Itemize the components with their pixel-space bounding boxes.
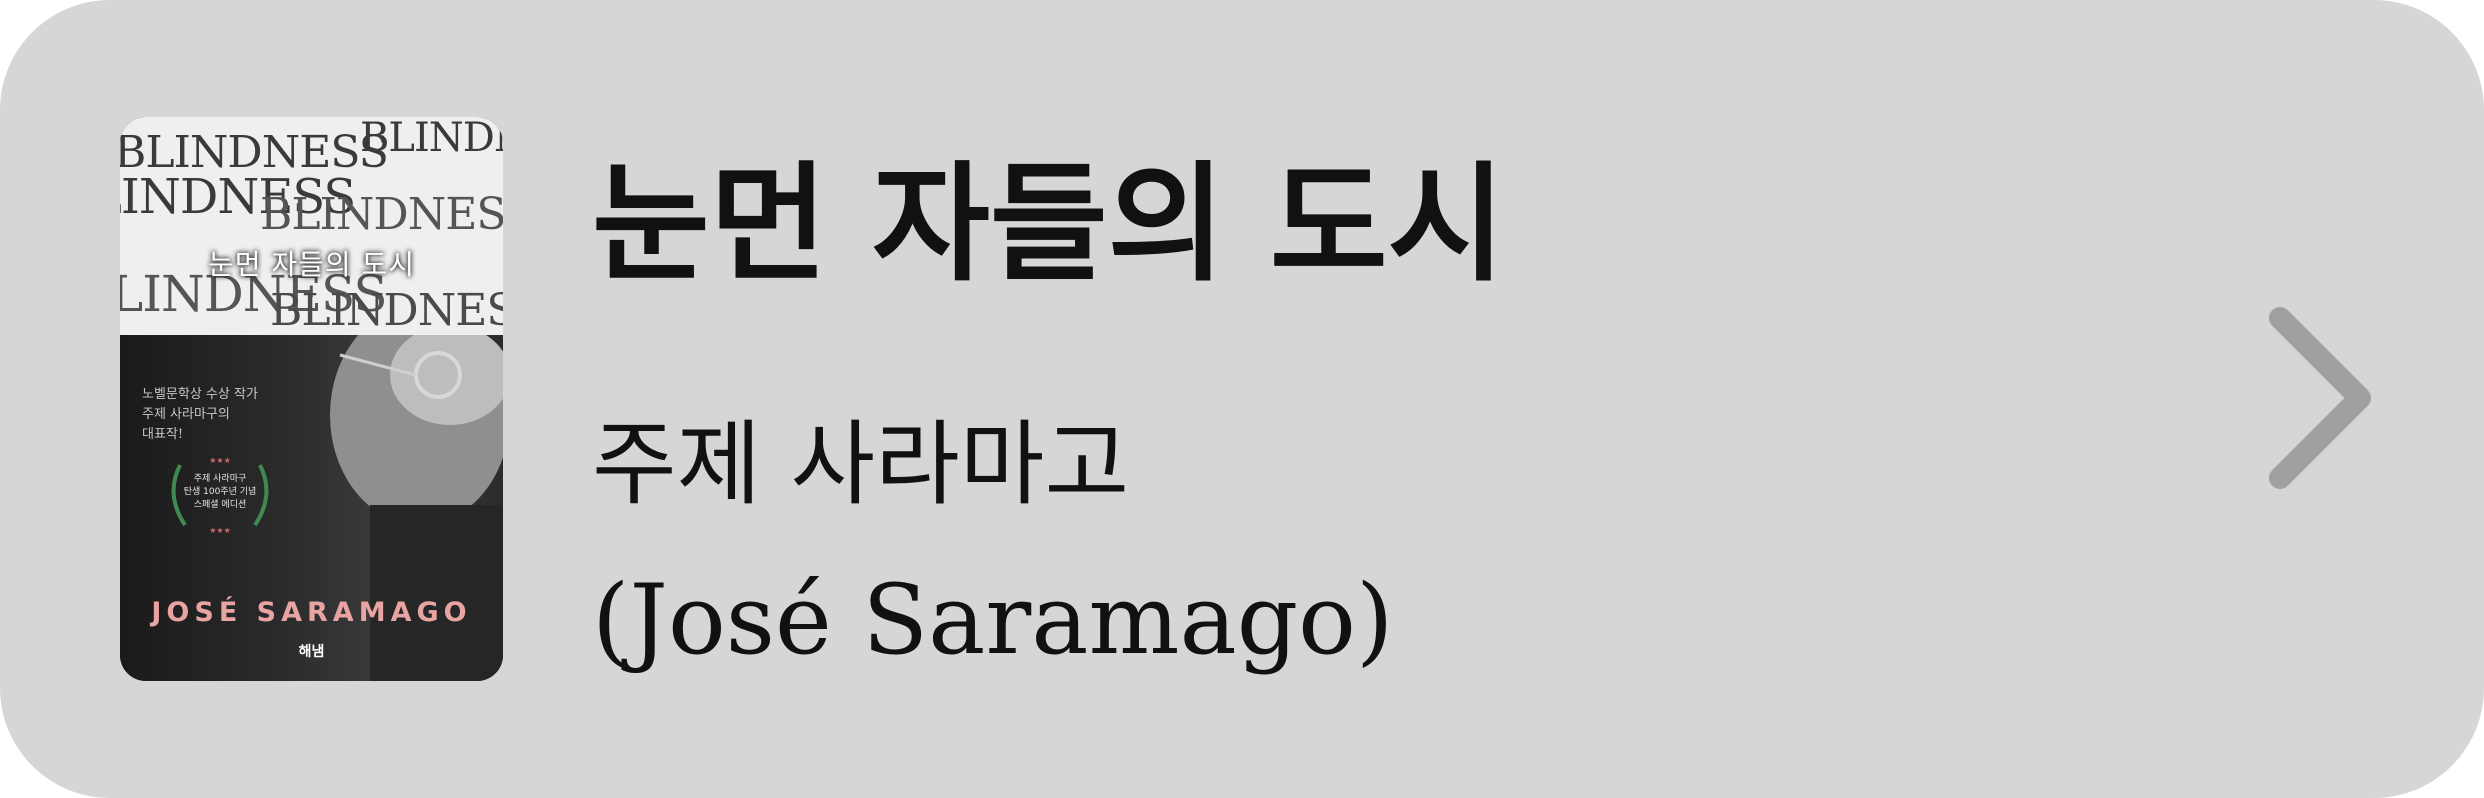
book-title: 눈먼 자들의 도시 [592, 150, 1506, 299]
book-card[interactable]: BLINDNESS BLINDN LINDNESS BLINDNESS LIND… [0, 0, 2484, 798]
cover-header: BLINDNESS BLINDN LINDNESS BLINDNESS LIND… [120, 117, 503, 335]
book-cover-image: BLINDNESS BLINDN LINDNESS BLINDNESS LIND… [120, 117, 503, 681]
cover-publisher: 해냄 [298, 644, 325, 660]
cover-photo: 노벨문학상 수상 작가 주제 사라마구의 대표작! ★★★ ★★★ 주제 사라마… [120, 335, 503, 681]
cover-pattern-word: BLINDNESS [270, 285, 503, 335]
chevron-right-icon[interactable] [2260, 298, 2380, 498]
cover-blurb: 노벨문학상 수상 작가 주제 사라마구의 대표작! [142, 387, 258, 442]
author-name-original: (José Saramago) [592, 564, 1394, 676]
cover-pattern-word: BLINDNESS [260, 189, 503, 240]
author-name-korean: 주제 사라마고 [592, 411, 1130, 518]
svg-text:★★★: ★★★ [209, 456, 231, 465]
cover-author: JOSÉ SARAMAGO [151, 597, 472, 628]
edition-badge-text: 주제 사라마구 탄생 100주년 기념 스페셜 에디션 [183, 474, 257, 510]
cover-pattern-word: BLINDN [360, 117, 503, 161]
cover-title: 눈먼 자들의 도시 [207, 248, 416, 281]
svg-text:★★★: ★★★ [209, 526, 231, 535]
